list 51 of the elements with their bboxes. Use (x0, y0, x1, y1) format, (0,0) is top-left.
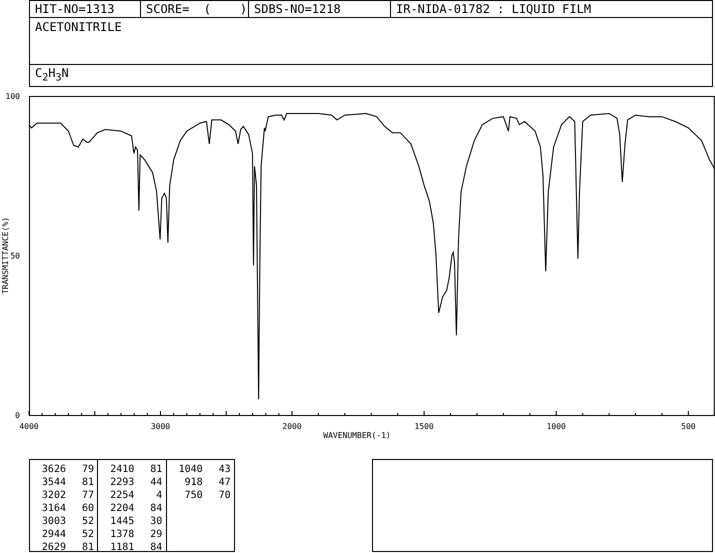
peak-transmittance: 77 (80, 489, 94, 502)
y-axis-label: TRANSMITTANCE(%) (1, 216, 10, 294)
peak-wavenumber: 918 (184, 476, 203, 489)
hit-number: HIT-NO=1313 (30, 1, 141, 17)
x-axis-label: WAVENUMBER(-1) (323, 431, 391, 440)
peak-wavenumber: 1445 (109, 515, 134, 528)
peak-transmittance: 52 (80, 528, 94, 541)
sdbs-number: SDBS-NO=1218 (249, 1, 391, 17)
x-tick-label: 1500 (414, 422, 434, 431)
peak-transmittance: 30 (149, 515, 162, 528)
peak-transmittance: 81 (80, 476, 94, 489)
peak-wavenumber: 2410 (109, 463, 134, 476)
peak-wavenumber: 2944 (40, 528, 66, 541)
peak-wavenumber: 2293 (109, 476, 134, 489)
peak-transmittance: 81 (149, 463, 162, 476)
peak-wavenumber: 3164 (40, 502, 66, 515)
peak-transmittance: 70 (218, 489, 231, 502)
peak-transmittance: 4 (155, 489, 162, 502)
peak-wavenumber: 750 (184, 489, 203, 502)
peak-wavenumber: 1181 (109, 541, 134, 553)
peak-transmittance: 47 (218, 476, 231, 489)
y-tick-label: 0 (15, 411, 20, 420)
peak-wavenumber: 3003 (40, 515, 66, 528)
peak-wavenumber: 3202 (40, 489, 66, 502)
peak-transmittance: 52 (80, 515, 94, 528)
x-tick-label: 500 (681, 422, 696, 431)
y-tick-label: 100 (6, 92, 20, 101)
peak-transmittance: 29 (149, 528, 162, 541)
y-tick-label: 50 (10, 252, 20, 260)
peak-wavenumber: 3544 (40, 476, 66, 489)
peak-transmittance: 84 (149, 502, 162, 515)
peak-wavenumber: 1040 (178, 463, 203, 476)
x-tick-label: 3000 (150, 422, 170, 431)
score: SCORE= ( ) (141, 1, 249, 17)
method: IR-NIDA-01782 : LIQUID FILM (395, 1, 592, 17)
x-tick-label: 1000 (546, 422, 566, 431)
peak-wavenumber: 2204 (109, 502, 134, 515)
peak-transmittance: 84 (149, 541, 162, 553)
peak-wavenumber: 1378 (109, 528, 134, 541)
peak-wavenumber: 2629 (40, 541, 66, 553)
peak-wavenumber: 2254 (109, 489, 134, 502)
compound-name: ACETONITRILE (35, 20, 122, 34)
peak-transmittance: 79 (80, 463, 94, 476)
peak-transmittance: 60 (80, 502, 94, 515)
peak-transmittance: 81 (80, 541, 94, 553)
peak-transmittance: 43 (218, 463, 231, 476)
molecular-formula: C$_{2}$H$_{3}$N (35, 66, 69, 80)
x-tick-label: 2000 (282, 422, 302, 431)
peak-wavenumber: 3626 (40, 463, 66, 476)
x-tick-label: 4000 (19, 422, 39, 431)
peak-transmittance: 44 (149, 476, 162, 489)
